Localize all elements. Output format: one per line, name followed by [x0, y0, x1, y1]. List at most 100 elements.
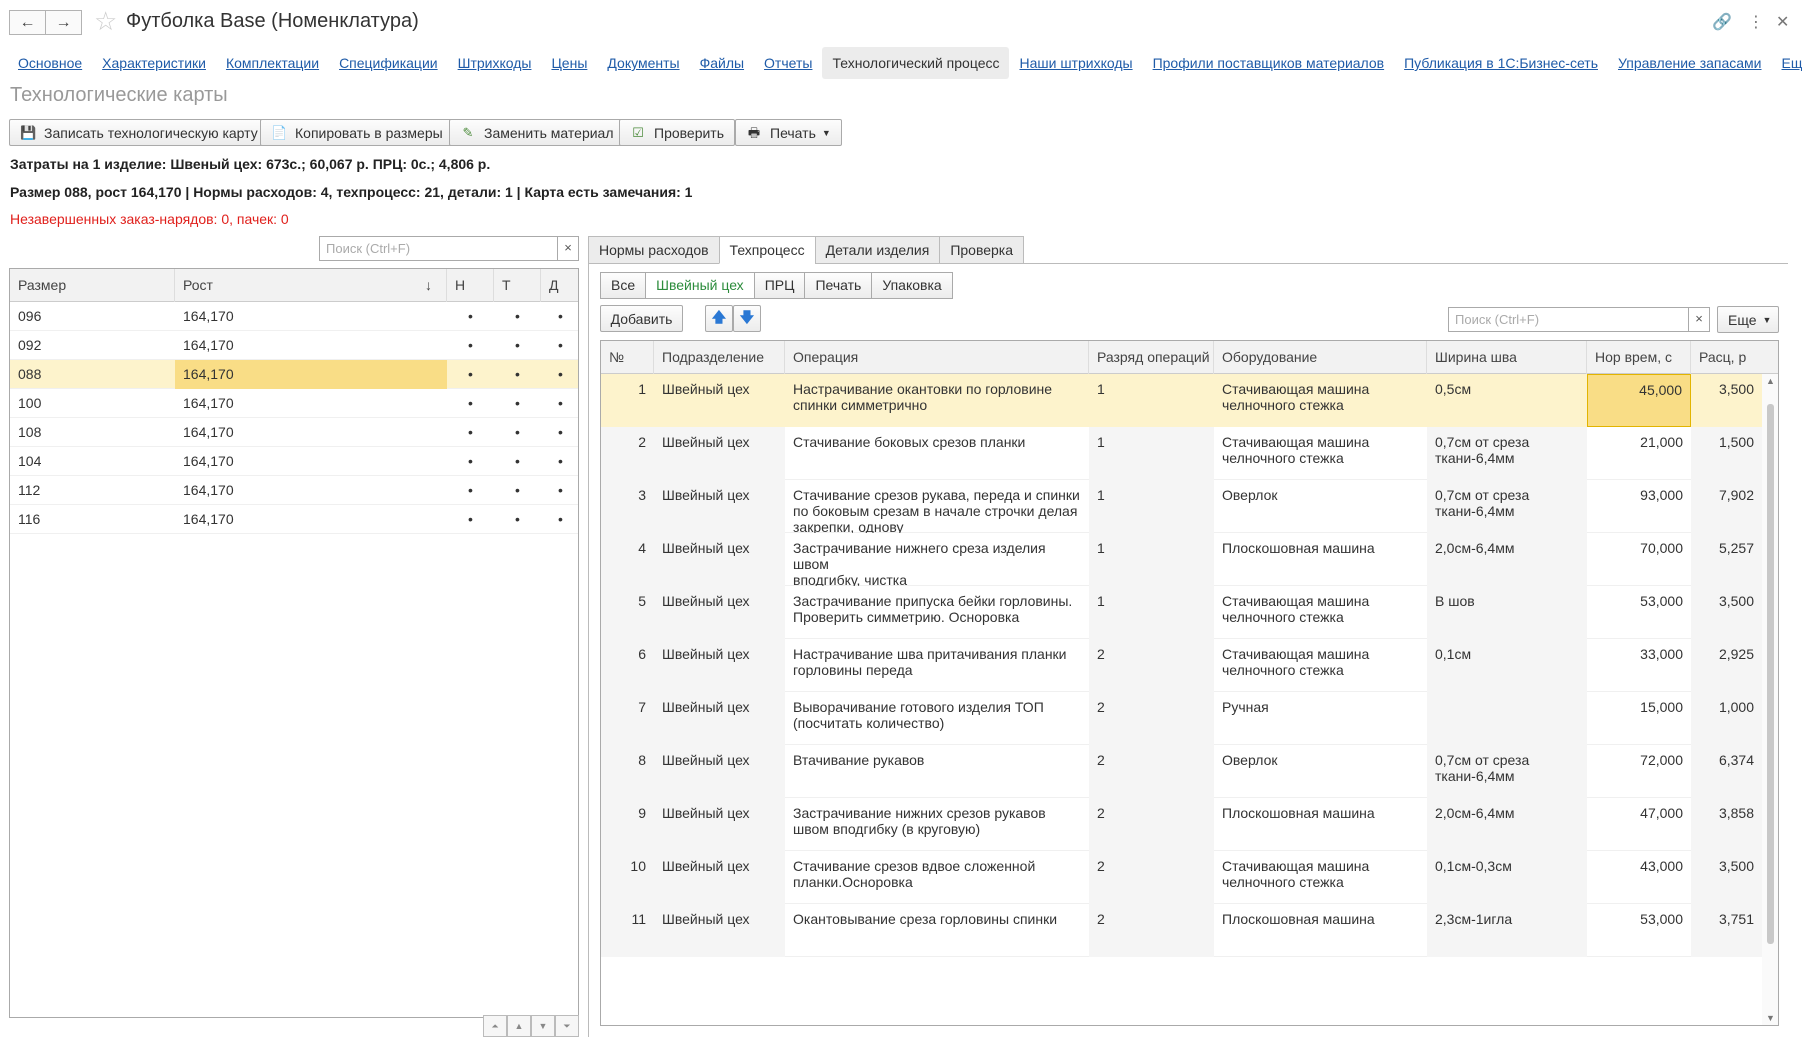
nav-link-8[interactable]: Отчеты: [754, 55, 822, 71]
t-cell: •: [515, 424, 520, 440]
col-t[interactable]: Т: [494, 269, 541, 302]
save-techcard-button[interactable]: 💾 Записать технологическую карту: [9, 119, 269, 146]
seam-width-cell: 2,0см-6,4мм: [1427, 533, 1587, 586]
tab-0[interactable]: Нормы расходов: [588, 236, 720, 264]
table-row[interactable]: 5 Швейный цех Застрачивание припуска бейк…: [601, 586, 1778, 639]
link-icon[interactable]: 🔗: [1712, 12, 1732, 32]
scroll-down-icon[interactable]: ▼: [531, 1015, 555, 1037]
col-n[interactable]: Н: [447, 269, 494, 302]
size-cell: 088: [18, 366, 42, 382]
col-size[interactable]: Размер: [10, 269, 175, 302]
col-seam-width[interactable]: Ширина шва: [1427, 341, 1587, 374]
check-button[interactable]: ☑ Проверить: [619, 119, 736, 146]
table-row[interactable]: 108 164,170 • • •: [10, 418, 578, 447]
operations-scrollbar[interactable]: ▲ ▼: [1762, 374, 1778, 1025]
col-rate[interactable]: Расц, р: [1691, 341, 1762, 374]
table-row[interactable]: 11 Швейный цех Окантовывание среза горлов…: [601, 904, 1778, 957]
filter-1[interactable]: Швейный цех: [645, 272, 755, 299]
col-dept[interactable]: Подразделение: [654, 341, 785, 374]
right-search-input[interactable]: Поиск (Ctrl+F): [1448, 307, 1690, 332]
more-button[interactable]: Еще ▼: [1717, 306, 1779, 333]
scroll-up-icon[interactable]: ▲: [507, 1015, 531, 1037]
add-row-button[interactable]: Добавить: [600, 305, 683, 332]
filter-2[interactable]: ПРЦ: [753, 272, 806, 299]
nav-link-2[interactable]: Комплектации: [216, 55, 329, 71]
nav-link-4[interactable]: Штрихкоды: [448, 55, 542, 71]
nav-link-1[interactable]: Характеристики: [92, 55, 216, 71]
tab-2[interactable]: Детали изделия: [814, 236, 941, 264]
move-down-button[interactable]: 🡇: [733, 305, 761, 332]
table-row[interactable]: 112 164,170 • • •: [10, 476, 578, 505]
nav-link-6[interactable]: Документы: [597, 55, 689, 71]
left-search-input[interactable]: Поиск (Ctrl+F): [319, 236, 559, 261]
nav-link-9[interactable]: Технологический процесс: [822, 47, 1010, 79]
table-row[interactable]: 6 Швейный цех Настрачивание шва притачива…: [601, 639, 1778, 692]
filter-0[interactable]: Все: [600, 272, 647, 299]
table-row[interactable]: 088 164,170 • • •: [10, 360, 578, 389]
col-no[interactable]: №: [601, 341, 654, 374]
nav-link-14[interactable]: Еще...: [1772, 55, 1802, 71]
table-row[interactable]: 100 164,170 • • •: [10, 389, 578, 418]
nav-link-11[interactable]: Профили поставщиков материалов: [1143, 55, 1395, 71]
nav-link-10[interactable]: Наши штрихкоды: [1009, 55, 1142, 71]
table-row[interactable]: 8 Швейный цех Втачивание рукавов 2 Оверлок 0…: [601, 745, 1778, 798]
operation-cell: Настрачивание окантовки по горловине спи…: [785, 374, 1089, 427]
nav-link-0[interactable]: Основное: [8, 55, 92, 71]
nav-link-13[interactable]: Управление запасами: [1608, 55, 1772, 71]
filter-3[interactable]: Печать: [804, 272, 873, 299]
number-cell: 2: [601, 427, 654, 480]
col-height[interactable]: Рост ↓: [175, 269, 447, 302]
close-icon[interactable]: ✕: [1776, 12, 1789, 32]
size-cell: 096: [18, 308, 42, 324]
table-row[interactable]: 4 Швейный цех Застрачивание нижнего среза…: [601, 533, 1778, 586]
table-row[interactable]: 7 Швейный цех Выворачивание готового изде…: [601, 692, 1778, 745]
table-row[interactable]: 096 164,170 • • •: [10, 302, 578, 331]
replace-material-button[interactable]: ✎ Заменить материал: [449, 119, 625, 146]
tab-3[interactable]: Проверка: [939, 236, 1025, 264]
seam-width-cell: 0,7см от среза ткани-6,4мм: [1427, 480, 1587, 533]
forward-button[interactable]: →: [45, 10, 82, 35]
print-button[interactable]: 🖶 Печать ▼: [735, 119, 842, 146]
tab-1[interactable]: Техпроцесс: [718, 236, 816, 264]
scroll-down-icon[interactable]: ▼: [1766, 1013, 1775, 1023]
nav-link-12[interactable]: Публикация в 1С:Бизнес-сеть: [1394, 55, 1608, 71]
filter-4[interactable]: Упаковка: [871, 272, 953, 299]
norm-time-cell: 70,000: [1640, 540, 1683, 556]
table-row[interactable]: 116 164,170 • • •: [10, 505, 578, 534]
right-search-clear-icon[interactable]: ×: [1688, 307, 1710, 332]
number-cell: 11: [601, 904, 654, 957]
col-d[interactable]: Д: [541, 269, 580, 302]
col-operation[interactable]: Операция: [785, 341, 1089, 374]
scroll-top-icon[interactable]: ⏶: [483, 1015, 507, 1037]
nav-link-5[interactable]: Цены: [541, 55, 597, 71]
height-cell: 164,170: [183, 511, 234, 527]
more-vertical-icon[interactable]: ⋮: [1748, 12, 1764, 32]
table-row[interactable]: 9 Швейный цех Застрачивание нижних срезов…: [601, 798, 1778, 851]
department-cell: Швейный цех: [654, 427, 785, 480]
rate-cell: 3,751: [1691, 904, 1762, 957]
col-rank[interactable]: Разряд операций: [1089, 341, 1214, 374]
table-row[interactable]: 3 Швейный цех Стачивание срезов рукава, п…: [601, 480, 1778, 533]
left-search-clear-icon[interactable]: ×: [557, 236, 579, 261]
table-row[interactable]: 104 164,170 • • •: [10, 447, 578, 476]
table-row[interactable]: 092 164,170 • • •: [10, 331, 578, 360]
nav-link-7[interactable]: Файлы: [690, 55, 754, 71]
table-row[interactable]: 10 Швейный цех Стачивание срезов вдвое сл…: [601, 851, 1778, 904]
col-height-label: Рост: [183, 277, 213, 293]
table-row[interactable]: 1 Швейный цех Настрачивание окантовки по …: [601, 374, 1778, 427]
favorite-star-icon[interactable]: ☆: [94, 8, 117, 34]
copy-to-sizes-button[interactable]: 📄 Копировать в размеры: [260, 119, 454, 146]
nav-link-3[interactable]: Спецификации: [329, 55, 448, 71]
department-cell: Швейный цех: [654, 480, 785, 533]
scroll-up-icon[interactable]: ▲: [1766, 376, 1775, 386]
scroll-bottom-icon[interactable]: ⏷: [555, 1015, 579, 1037]
col-norm-time[interactable]: Нор врем, с: [1587, 341, 1691, 374]
back-button[interactable]: ←: [9, 10, 46, 35]
scrollbar-thumb[interactable]: [1767, 404, 1774, 944]
move-up-button[interactable]: 🡅: [705, 305, 733, 332]
table-row[interactable]: 2 Швейный цех Стачивание боковых срезов п…: [601, 427, 1778, 480]
col-equipment[interactable]: Оборудование: [1214, 341, 1427, 374]
rank-cell: 2: [1089, 639, 1214, 692]
equipment-cell: Оверлок: [1222, 487, 1278, 503]
number-cell: 4: [601, 533, 654, 586]
